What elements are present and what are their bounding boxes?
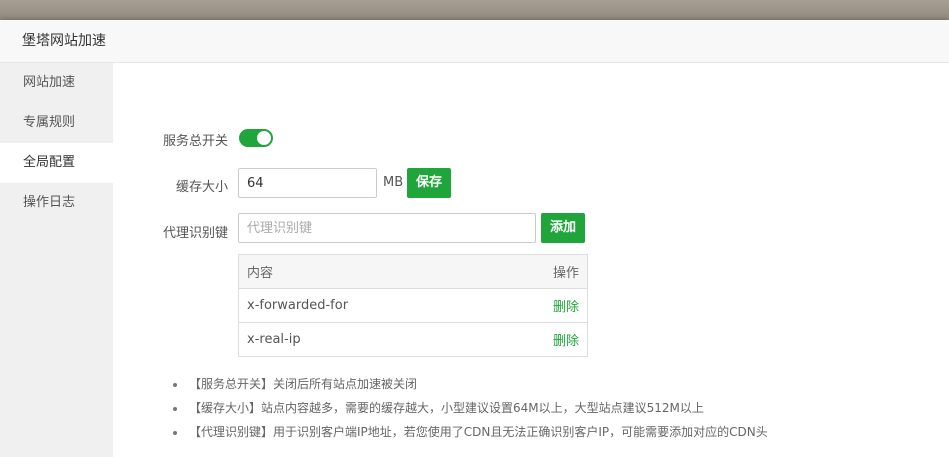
column-header-operation: 操作 [494, 254, 588, 289]
sidebar-item-operation-log[interactable]: 操作日志 [0, 183, 113, 223]
table-row: x-forwarded-for 删除 [238, 288, 588, 323]
toggle-knob [257, 131, 271, 145]
sidebar-item-global-config[interactable]: 全局配置 [0, 143, 113, 183]
table-cell-content: x-real-ip [238, 322, 495, 357]
delete-link[interactable]: 删除 [553, 334, 579, 349]
cache-size-unit: MB [383, 175, 404, 190]
global-config-panel: 服务总开关 缓存大小 MB 保存 代理识别键 添加 内容 操作 x-forwar… [113, 63, 949, 457]
tip-text: 【代理识别键】用于识别客户端IP地址，若您使用了CDN且无法正确识别客户IP，可… [189, 425, 768, 439]
cache-size-input[interactable] [238, 168, 377, 198]
cache-size-label: 缓存大小 [175, 180, 228, 195]
tips-list: 【服务总开关】关闭后所有站点加速被关闭 【缓存大小】站点内容越多，需要的缓存越大… [173, 372, 768, 444]
table-cell-content: x-forwarded-for [238, 288, 495, 323]
save-button[interactable]: 保存 [407, 168, 452, 198]
service-switch-label: 服务总开关 [162, 134, 228, 149]
tip-item: 【代理识别键】用于识别客户端IP地址，若您使用了CDN且无法正确识别客户IP，可… [173, 420, 768, 444]
table-row: x-real-ip 删除 [238, 322, 588, 357]
tip-text: 【缓存大小】站点内容越多，需要的缓存越大，小型建议设置64M以上，大型站点建议5… [189, 401, 704, 415]
sidebar-item-site-acceleration[interactable]: 网站加速 [0, 63, 113, 103]
dialog-title: 堡塔网站加速 [0, 20, 949, 63]
bullet-icon [173, 406, 177, 411]
proxy-key-input[interactable] [238, 213, 536, 243]
column-header-content: 内容 [238, 254, 495, 289]
service-switch-toggle[interactable] [239, 129, 273, 147]
proxy-key-label: 代理识别键 [162, 226, 228, 241]
proxy-key-table: 内容 操作 x-forwarded-for 删除 x-real-ip 删除 [238, 254, 588, 357]
table-cell-action: 删除 [494, 322, 588, 357]
tip-item: 【缓存大小】站点内容越多，需要的缓存越大，小型建议设置64M以上，大型站点建议5… [173, 396, 768, 420]
sidebar: 网站加速 专属规则 全局配置 操作日志 [0, 63, 113, 457]
site-acceleration-dialog: 堡塔网站加速 网站加速 专属规则 全局配置 操作日志 服务总开关 缓存大小 MB… [0, 20, 949, 457]
bullet-icon [173, 382, 177, 387]
tip-item: 【服务总开关】关闭后所有站点加速被关闭 [173, 372, 768, 396]
delete-link[interactable]: 删除 [553, 300, 579, 315]
table-header-row: 内容 操作 [238, 254, 588, 289]
table-cell-action: 删除 [494, 288, 588, 323]
add-button[interactable]: 添加 [541, 213, 586, 243]
bullet-icon [173, 430, 177, 435]
tip-text: 【服务总开关】关闭后所有站点加速被关闭 [189, 377, 418, 391]
sidebar-item-exclusive-rules[interactable]: 专属规则 [0, 103, 113, 143]
